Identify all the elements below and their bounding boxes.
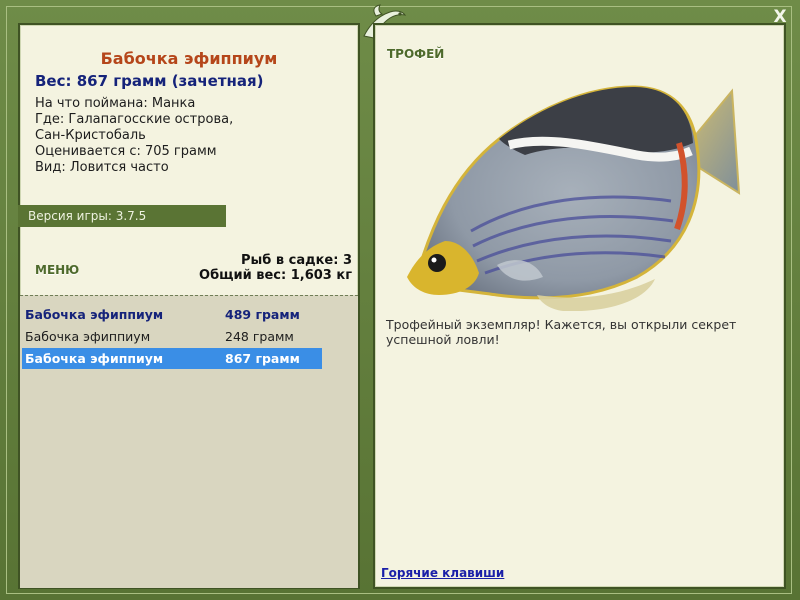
hotkeys-link[interactable]: Горячие клавиши bbox=[381, 566, 504, 580]
keepnet-list: Бабочка эфиппиум 489 грамм Бабочка эфипп… bbox=[20, 295, 358, 588]
fish-details: На что поймана: Манка Где: Галапагосские… bbox=[35, 96, 345, 176]
frequency-info: Вид: Ловится часто bbox=[35, 160, 169, 175]
location-info: Где: Галапагосские острова, bbox=[35, 112, 234, 127]
list-item[interactable]: Бабочка эфиппиум 489 грамм bbox=[22, 304, 322, 325]
list-item-name: Бабочка эфиппиум bbox=[25, 307, 164, 322]
menu-button[interactable]: МЕНЮ bbox=[35, 263, 79, 277]
list-item[interactable]: Бабочка эфиппиум 248 грамм bbox=[22, 326, 322, 347]
version-bar: Версия игры: 3.7.5 bbox=[18, 205, 226, 227]
fish-weight: Вес: 867 грамм (зачетная) bbox=[35, 72, 264, 90]
keepnet-stats: Рыб в садке: 3 Общий вес: 1,603 кг bbox=[199, 253, 352, 283]
fish-image bbox=[407, 85, 741, 311]
location-info-line2: Сан-Кристобаль bbox=[35, 128, 146, 143]
fish-title: Бабочка эфиппиум bbox=[100, 49, 278, 68]
valuation-info: Оценивается с: 705 грамм bbox=[35, 144, 217, 159]
total-weight: Общий вес: 1,603 кг bbox=[199, 268, 352, 283]
list-item-weight: 248 грамм bbox=[225, 329, 294, 344]
fish-info-panel: Бабочка эфиппиум Вес: 867 грамм (зачетна… bbox=[18, 23, 360, 589]
trophy-panel: ТРОФЕЙ Трофейный экземпляр! Кажется, вы … bbox=[373, 23, 786, 589]
bait-info: На что поймана: Манка bbox=[35, 96, 196, 111]
trophy-description: Трофейный экземпляр! Кажется, вы открыли… bbox=[386, 317, 737, 347]
list-item-selected[interactable]: Бабочка эфиппиум 867 грамм bbox=[22, 348, 322, 369]
list-item-weight: 867 грамм bbox=[225, 351, 300, 366]
fish-count: Рыб в садке: 3 bbox=[240, 253, 352, 268]
list-item-name: Бабочка эфиппиум bbox=[25, 329, 151, 344]
list-item-name: Бабочка эфиппиум bbox=[25, 351, 164, 366]
game-window-frame: X Бабочка эфиппиум Вес: 867 грамм (зачет… bbox=[0, 0, 800, 600]
list-item-weight: 489 грамм bbox=[225, 307, 300, 322]
